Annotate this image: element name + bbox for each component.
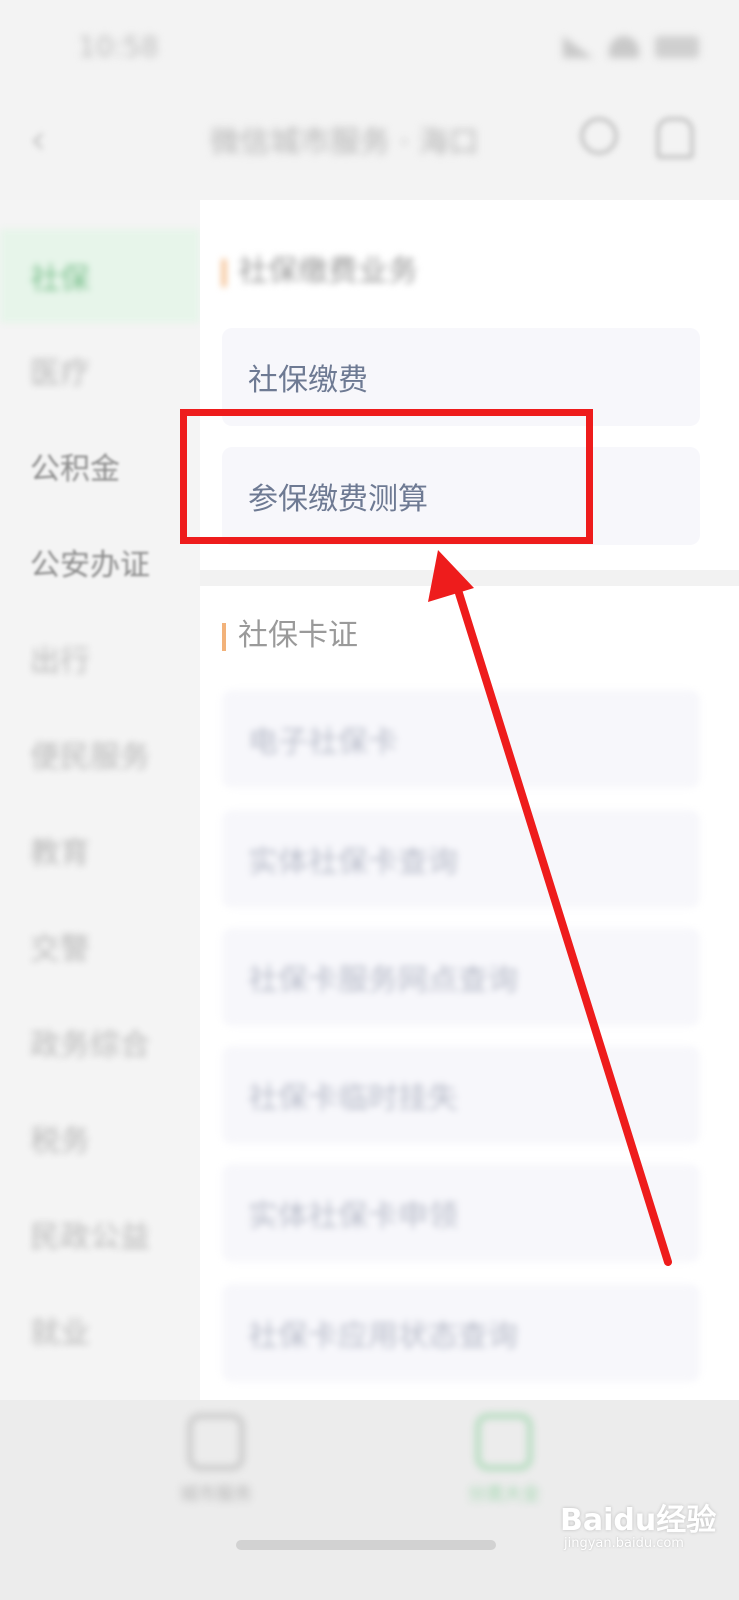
battery-icon: [655, 36, 699, 58]
sidebar-item-employment[interactable]: 就业: [0, 1283, 200, 1377]
baidu-watermark-url: jingyan.baidu.com: [564, 1536, 684, 1551]
nav-bar: ‹ 微信城市服务 · 海口: [0, 95, 739, 200]
card-status-query[interactable]: 社保卡应用状态查询: [222, 1284, 700, 1382]
sidebar-item-police-cert[interactable]: 公安办证: [0, 515, 200, 609]
wifi-icon: [609, 36, 639, 58]
sidebar-item-travel[interactable]: 出行: [0, 611, 200, 705]
sidebar-item-medical[interactable]: 医疗: [0, 323, 200, 417]
page-title[interactable]: 微信城市服务 · 海口: [210, 117, 479, 161]
card-electronic-ss-card[interactable]: 电子社保卡: [222, 690, 700, 788]
tab-label: 城市服务: [180, 1484, 252, 1505]
sidebar-item-tax[interactable]: 税务: [0, 1091, 200, 1185]
service-list: 社保缴费业务 社保缴费 参保缴费测算 社保卡证 电子社保卡 实体社保卡查询 社保…: [200, 200, 739, 1400]
tab-all-categories[interactable]: 分类大全: [444, 1414, 564, 1506]
search-icon[interactable]: [580, 117, 618, 155]
sidebar-item-traffic[interactable]: 交警: [0, 899, 200, 993]
section-title: 社保缴费业务: [238, 254, 418, 289]
sidebar-item-convenience[interactable]: 便民服务: [0, 707, 200, 801]
section-divider: [200, 570, 739, 586]
user-icon[interactable]: [656, 117, 694, 159]
tab-city-services[interactable]: 城市服务: [156, 1414, 276, 1506]
section-bar: [222, 258, 226, 287]
card-temp-loss-report[interactable]: 社保卡临时挂失: [222, 1046, 700, 1144]
sidebar-item-education[interactable]: 教育: [0, 803, 200, 897]
annotation-highlight-box: [180, 409, 593, 544]
sidebar-item-civil-affairs[interactable]: 民政公益: [0, 1187, 200, 1281]
status-bar: 10:58: [0, 0, 739, 95]
section-bar: [222, 622, 226, 651]
card-ss-card-apply[interactable]: 实体社保卡申领: [222, 1164, 700, 1262]
city-services-icon: [188, 1414, 244, 1470]
back-icon[interactable]: ‹: [30, 117, 46, 163]
card-ss-card-query[interactable]: 实体社保卡查询: [222, 810, 700, 908]
section-header-payment: 社保缴费业务: [222, 246, 418, 290]
section-title: 社保卡证: [238, 618, 358, 653]
categories-icon: [476, 1414, 532, 1470]
card-service-point-query[interactable]: 社保卡服务网点查询: [222, 928, 700, 1026]
status-time: 10:58: [78, 30, 159, 63]
baidu-watermark: Baidu经验: [560, 1503, 717, 1538]
home-indicator: [236, 1540, 496, 1550]
sidebar-item-social-security[interactable]: 社保: [0, 229, 200, 323]
signal-icon: [563, 36, 593, 58]
tab-label: 分类大全: [468, 1484, 540, 1505]
section-header-card: 社保卡证: [222, 610, 358, 654]
category-sidebar: 社保 医疗 公积金 公安办证 出行 便民服务 教育 交警 政务综合 税务 民政公…: [0, 200, 200, 1400]
sidebar-item-housing-fund[interactable]: 公积金: [0, 419, 200, 513]
sidebar-item-government[interactable]: 政务综合: [0, 995, 200, 1089]
system-icons: [563, 36, 699, 58]
